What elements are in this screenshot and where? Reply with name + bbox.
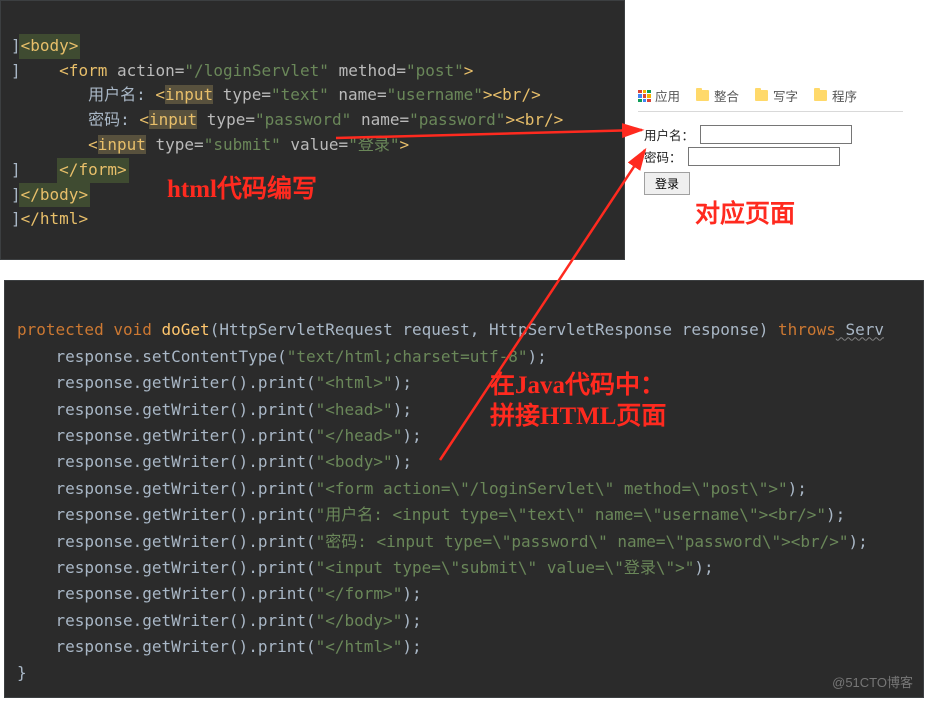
bookmark-folder-2[interactable]: 写字 bbox=[755, 86, 798, 105]
label-username: 用户名： bbox=[644, 125, 694, 144]
folder-icon bbox=[696, 90, 709, 101]
form-row-user: 用户名： bbox=[644, 125, 897, 144]
browser-preview: 应用 整合 写字 程序 用户名： 密码： 登录 bbox=[638, 80, 903, 205]
password-input[interactable] bbox=[688, 147, 840, 166]
form-row-pass: 密码： bbox=[644, 147, 897, 166]
hl-input: input bbox=[165, 85, 213, 104]
apps-icon bbox=[638, 90, 650, 102]
hl-input: input bbox=[149, 110, 197, 129]
folder-icon bbox=[755, 90, 768, 101]
watermark: @51CTO博客 bbox=[832, 672, 913, 693]
java-line: response.getWriter().print("</head>"); bbox=[17, 426, 422, 445]
annotation-page: 对应页面 bbox=[695, 194, 795, 230]
java-line: response.getWriter().print("<input type=… bbox=[17, 558, 714, 577]
java-line: response.getWriter().print("</form>"); bbox=[17, 584, 422, 603]
rendered-form: 用户名： 密码： 登录 bbox=[638, 112, 903, 205]
label-password: 密码： bbox=[644, 147, 682, 166]
java-line: response.getWriter().print("</body>"); bbox=[17, 611, 422, 630]
apps-button[interactable]: 应用 bbox=[638, 86, 680, 105]
java-line: response.getWriter().print("<html>"); bbox=[17, 373, 412, 392]
bookmarks-bar: 应用 整合 写字 程序 bbox=[638, 80, 903, 112]
html-code-block: ]<body> ] <form action="/loginServlet" m… bbox=[0, 0, 625, 260]
apps-label: 应用 bbox=[655, 86, 680, 105]
folder-icon bbox=[814, 90, 827, 101]
java-line: response.setContentType("text/html;chars… bbox=[17, 347, 547, 366]
bookmark-folder-3[interactable]: 程序 bbox=[814, 86, 857, 105]
bookmark-folder-1[interactable]: 整合 bbox=[696, 86, 739, 105]
annotation-java: 在Java代码中： 拼接HTML页面 bbox=[490, 370, 720, 433]
java-line: response.getWriter().print("<head>"); bbox=[17, 400, 412, 419]
java-line: response.getWriter().print("</html>"); bbox=[17, 637, 422, 656]
annotation-html: html代码编写 bbox=[167, 171, 317, 210]
code-text: ]<body> bbox=[11, 36, 78, 55]
java-line: response.getWriter().print("<form action… bbox=[17, 479, 807, 498]
hl-input: input bbox=[98, 135, 146, 154]
java-line: response.getWriter().print("密码: <input t… bbox=[17, 532, 868, 551]
username-input[interactable] bbox=[700, 125, 852, 144]
java-code-block: protected void doGet(HttpServletRequest … bbox=[4, 280, 924, 698]
login-button[interactable]: 登录 bbox=[644, 172, 690, 195]
java-line: response.getWriter().print("<body>"); bbox=[17, 452, 412, 471]
java-line: response.getWriter().print("用户名: <input … bbox=[17, 505, 845, 524]
